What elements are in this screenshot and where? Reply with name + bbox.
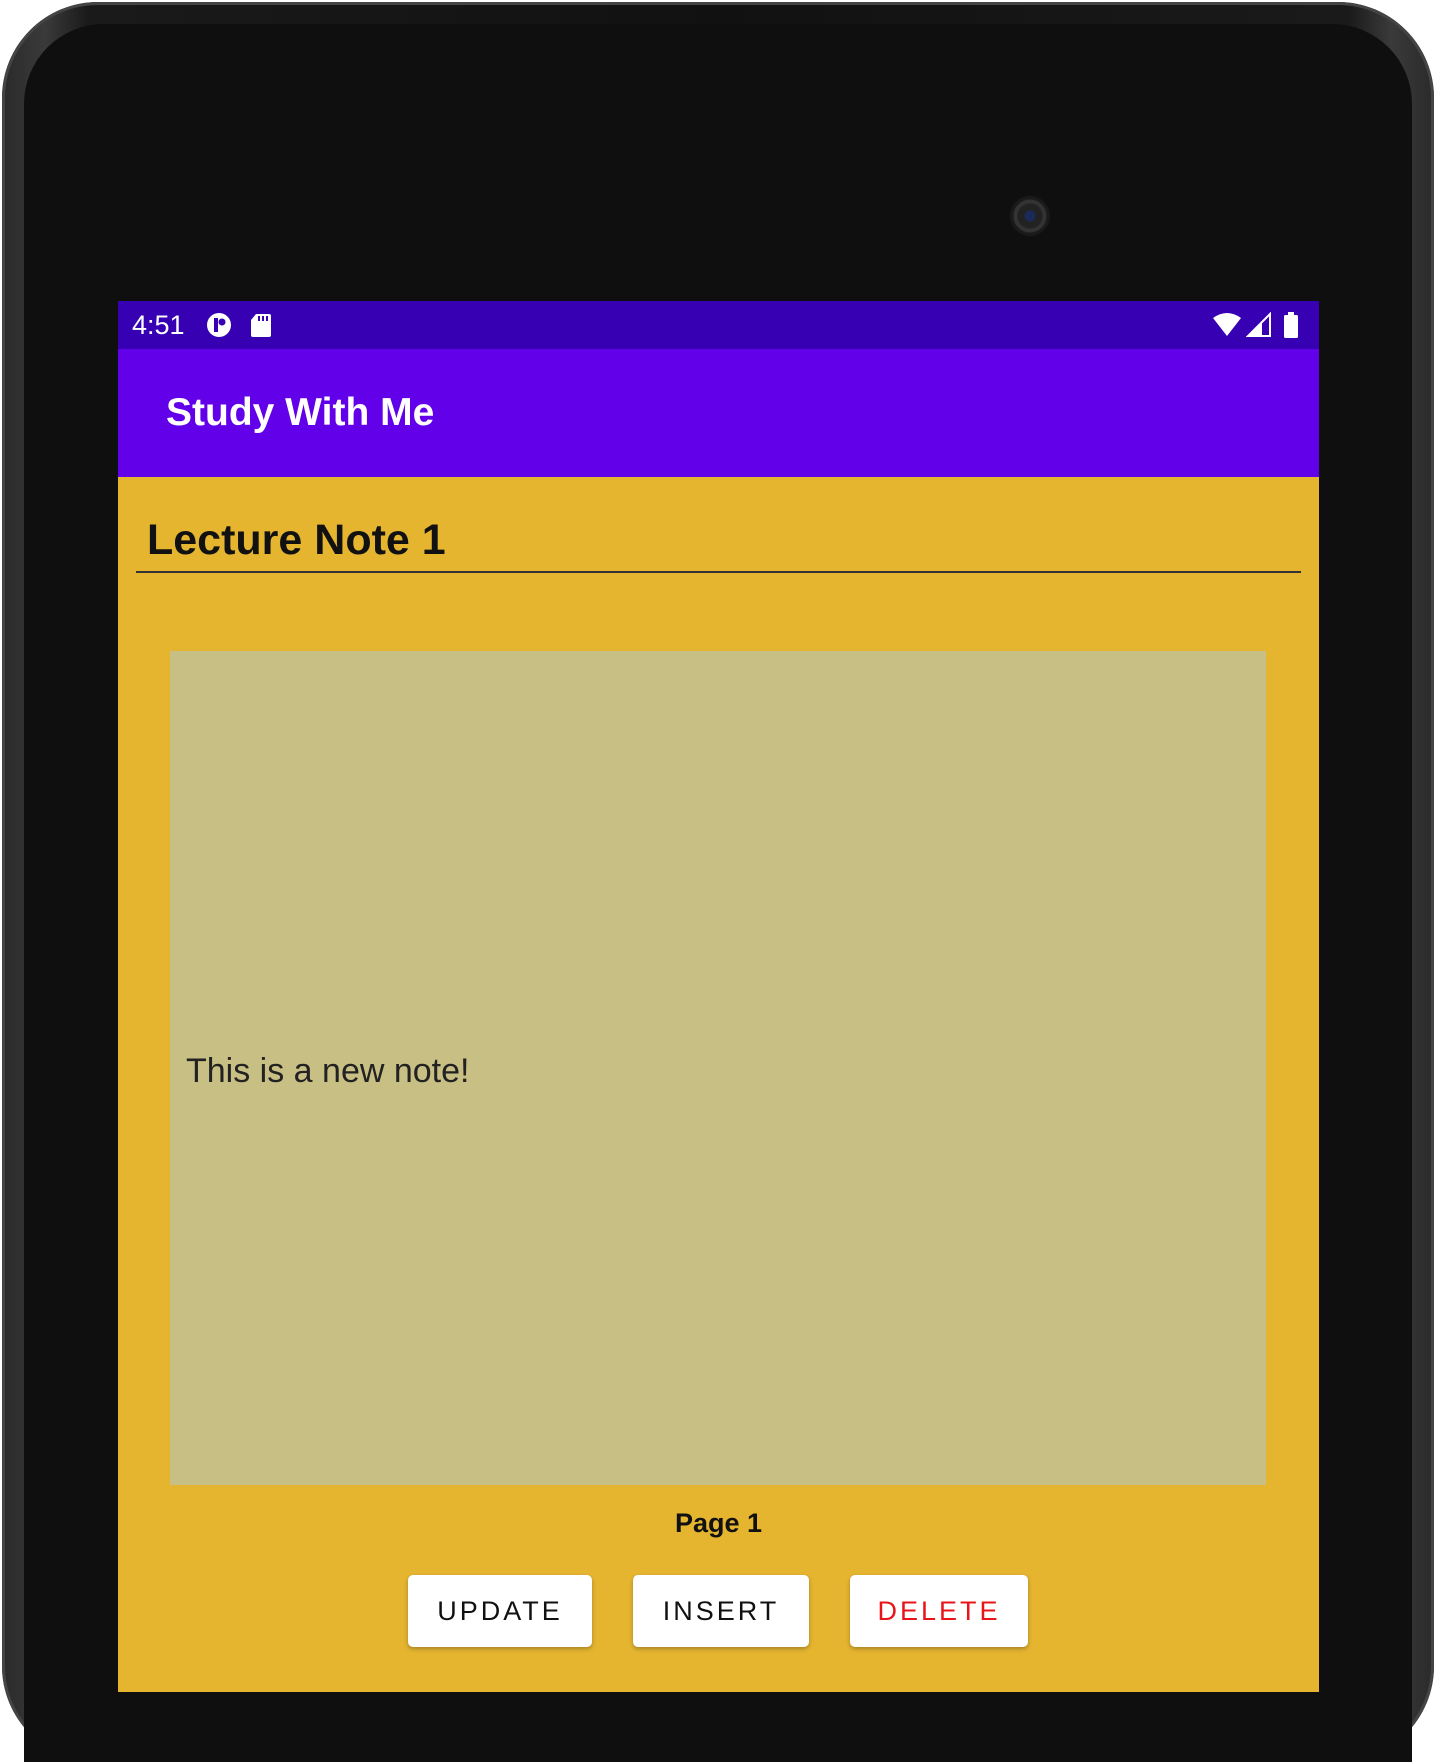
status-bar: 4:51 — [118, 301, 1319, 349]
sd-card-icon — [251, 314, 271, 337]
note-body-field[interactable]: This is a new note! — [170, 651, 1266, 1485]
note-body-text: This is a new note! — [186, 1052, 470, 1090]
insert-button[interactable]: INSERT — [633, 1575, 809, 1647]
app-screen: 4:51 Study With Me Lecture Note 1 This i… — [118, 301, 1319, 1692]
note-title-text: Lecture Note 1 — [147, 516, 446, 564]
page-label: Page 1 — [674, 1508, 763, 1538]
delete-button[interactable]: DELETE — [850, 1575, 1028, 1647]
app-title: Study With Me — [166, 391, 435, 434]
front-camera — [1010, 196, 1050, 236]
app-notification-icon — [207, 313, 231, 337]
status-time: 4:51 — [132, 310, 185, 340]
wifi-icon — [1213, 313, 1241, 336]
battery-icon — [1284, 312, 1298, 338]
update-button[interactable]: UPDATE — [408, 1575, 592, 1647]
note-title-field[interactable]: Lecture Note 1 — [136, 511, 1301, 573]
cell-signal-icon — [1246, 312, 1271, 337]
app-bar: Study With Me — [118, 349, 1319, 477]
